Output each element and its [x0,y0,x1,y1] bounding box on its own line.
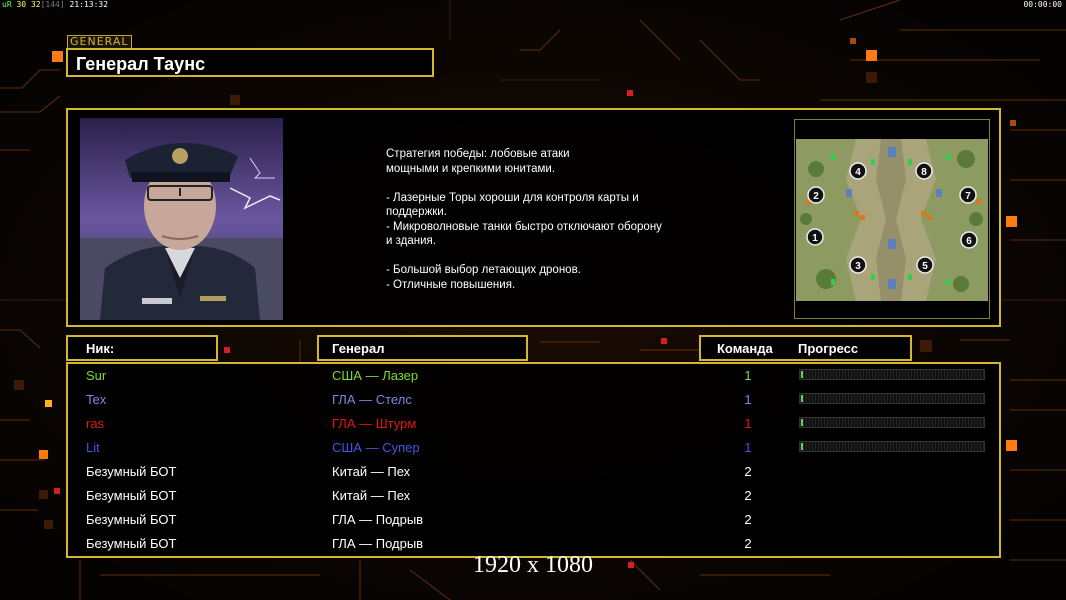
player-faction[interactable]: ГЛА — Стелс [332,392,412,407]
player-row[interactable]: Безумный БОТ ГЛА — Подрыв 2 [0,508,935,532]
player-nick: Tex [86,392,107,407]
player-team[interactable]: 1 [738,368,758,383]
player-team[interactable]: 2 [738,488,758,503]
general-name: Генерал Таунс [76,54,206,74]
loading-progress-fill [801,371,803,378]
start-marker-1[interactable]: 1 [806,228,824,246]
loading-progress-bar [799,441,985,452]
player-nick: Безумный БОТ [86,536,177,551]
player-faction[interactable]: Китай — Пех [332,488,410,503]
hud-value: 30 [16,0,27,9]
loading-progress-fill [801,395,803,402]
start-marker-label: 8 [921,167,927,178]
header-progress: Прогресс [798,341,859,356]
player-row[interactable]: Tex ГЛА — Стелс 1 [0,388,985,412]
hud-value: [144] [40,0,65,9]
player-team[interactable]: 1 [738,416,758,431]
player-faction[interactable]: ГЛА — Штурм [332,416,416,431]
start-marker-label: 7 [965,191,971,202]
general-description: Стратегия победы: лобовые атаки мощными … [386,148,662,291]
loading-progress-bar [799,417,985,428]
start-marker-3[interactable]: 3 [849,256,867,274]
player-faction[interactable]: ГЛА — Подрыв [332,536,423,551]
player-faction[interactable]: США — Супер [332,440,420,455]
start-marker-label: 5 [922,261,928,272]
header-general: Генерал [332,341,385,356]
start-marker-label: 3 [855,261,861,272]
clock: 21:13:32 [69,0,109,9]
header-team-progress-box: Команда Прогресс [699,335,912,361]
player-row[interactable]: Lit США — Супер 1 [0,436,985,460]
start-marker-label: 2 [813,191,819,202]
header-nick-box: Ник: [66,335,218,361]
player-nick: Безумный БОТ [86,512,177,527]
general-portrait [80,118,283,320]
start-marker-label: 4 [855,167,861,178]
resolution-label: 1920 x 1080 [473,552,593,578]
player-nick: Безумный БОТ [86,464,177,479]
header-nick: Ник: [86,341,115,356]
player-row[interactable]: Безумный БОТ Китай — Пех 2 [0,460,935,484]
player-faction[interactable]: США — Лазер [332,368,418,383]
player-team[interactable]: 1 [738,392,758,407]
start-marker-8[interactable]: 8 [915,162,933,180]
player-nick: Sur [86,368,107,383]
player-row[interactable]: Безумный БОТ Китай — Пех 2 [0,484,935,508]
player-team[interactable]: 1 [738,440,758,455]
player-row[interactable]: Sur США — Лазер 1 [0,364,985,388]
header-team: Команда [717,341,773,356]
start-marker-6[interactable]: 6 [960,231,978,249]
start-marker-7[interactable]: 7 [959,186,977,204]
start-marker-2[interactable]: 2 [807,186,825,204]
player-team[interactable]: 2 [738,464,758,479]
start-marker-5[interactable]: 5 [916,256,934,274]
player-faction[interactable]: Китай — Пех [332,464,410,479]
loading-progress-bar [799,393,985,404]
player-team[interactable]: 2 [738,512,758,527]
map-preview[interactable]: 4 8 2 7 1 6 3 5 [796,139,988,301]
player-row[interactable]: ras ГЛА — Штурм 1 [0,412,985,436]
game-timer: 00:00:00 [1023,0,1062,9]
loading-progress-fill [801,443,803,450]
hud-value: uR [2,0,12,9]
loading-progress-fill [801,419,803,426]
start-marker-label: 6 [966,236,972,247]
hud-value: 32 [30,0,41,9]
start-marker-label: 1 [812,233,818,244]
start-marker-4[interactable]: 4 [849,162,867,180]
header-general-box: Генерал [317,335,528,361]
loading-progress-bar [799,369,985,380]
player-nick: Lit [86,440,100,455]
player-nick: ras [86,416,105,431]
player-nick: Безумный БОТ [86,488,177,503]
fps-counter: uR 30 32[144] 21:13:32 [2,0,108,9]
player-team[interactable]: 2 [738,536,758,551]
general-name-box: Генерал Таунс [66,48,434,77]
general-tag: GENERAL [67,35,132,49]
player-faction[interactable]: ГЛА — Подрыв [332,512,423,527]
